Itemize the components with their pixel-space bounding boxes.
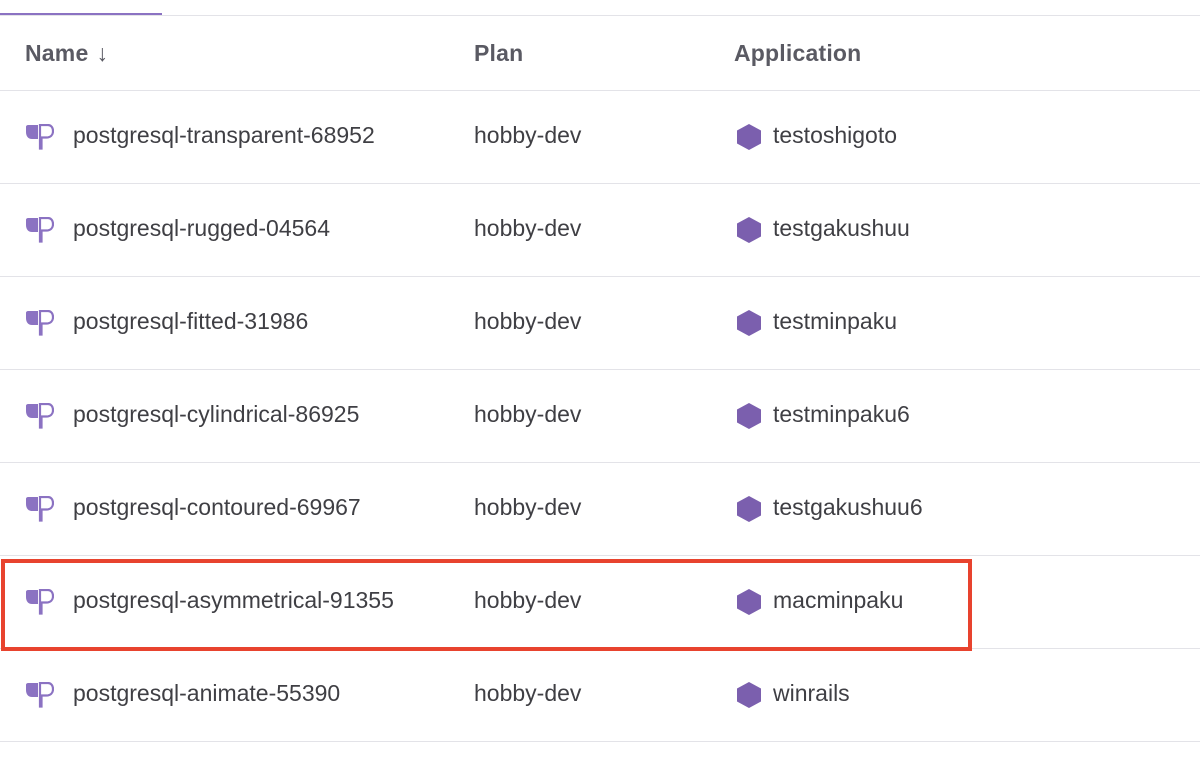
- addon-name[interactable]: postgresql-contoured-69967: [73, 494, 361, 521]
- sort-descending-icon: ↓: [96, 40, 109, 66]
- table-header: Name ↓ Plan Application: [0, 16, 1200, 91]
- addon-name[interactable]: postgresql-transparent-68952: [73, 122, 375, 149]
- table-row[interactable]: postgresql-fitted-31986 hobby-dev testmi…: [0, 277, 1200, 370]
- column-header-name-label: Name: [25, 40, 89, 66]
- addon-name[interactable]: postgresql-animate-55390: [73, 680, 340, 707]
- addon-name[interactable]: postgresql-rugged-04564: [73, 215, 330, 242]
- addon-plan: hobby-dev: [474, 680, 582, 706]
- postgres-addon-icon: [26, 682, 54, 708]
- app-hexagon-icon: [737, 124, 761, 150]
- addons-page: Name ↓ Plan Application postgresql-transp…: [0, 0, 1200, 760]
- addon-name[interactable]: postgresql-fitted-31986: [73, 308, 308, 335]
- column-header-plan[interactable]: Plan: [474, 40, 523, 67]
- table-row[interactable]: postgresql-cylindrical-86925 hobby-dev t…: [0, 370, 1200, 463]
- app-hexagon-icon: [737, 496, 761, 522]
- application-name[interactable]: testminpaku6: [773, 401, 910, 428]
- postgres-addon-icon: [26, 496, 54, 522]
- application-name[interactable]: testgakushuu: [773, 215, 910, 242]
- addon-name[interactable]: postgresql-asymmetrical-91355: [73, 587, 394, 614]
- postgres-addon-icon: [26, 589, 54, 615]
- table-row[interactable]: postgresql-transparent-68952 hobby-dev t…: [0, 91, 1200, 184]
- column-header-application[interactable]: Application: [734, 40, 861, 67]
- app-hexagon-icon: [737, 589, 761, 615]
- postgres-addon-icon: [26, 310, 54, 336]
- application-name[interactable]: testoshigoto: [773, 122, 897, 149]
- addon-name[interactable]: postgresql-cylindrical-86925: [73, 401, 359, 428]
- postgres-addon-icon: [26, 217, 54, 243]
- application-name[interactable]: winrails: [773, 680, 850, 707]
- addon-plan: hobby-dev: [474, 587, 582, 613]
- postgres-addon-icon: [26, 403, 54, 429]
- application-name[interactable]: macminpaku: [773, 587, 903, 614]
- addons-table: Name ↓ Plan Application postgresql-transp…: [0, 16, 1200, 742]
- table-row[interactable]: postgresql-asymmetrical-91355 hobby-dev …: [0, 556, 1200, 649]
- app-hexagon-icon: [737, 217, 761, 243]
- table-row[interactable]: postgresql-animate-55390 hobby-dev winra…: [0, 649, 1200, 742]
- addon-plan: hobby-dev: [474, 215, 582, 241]
- addon-plan: hobby-dev: [474, 122, 582, 148]
- app-hexagon-icon: [737, 682, 761, 708]
- postgres-addon-icon: [26, 124, 54, 150]
- table-row[interactable]: postgresql-contoured-69967 hobby-dev tes…: [0, 463, 1200, 556]
- app-hexagon-icon: [737, 310, 761, 336]
- addon-plan: hobby-dev: [474, 401, 582, 427]
- table-row[interactable]: postgresql-rugged-04564 hobby-dev testga…: [0, 184, 1200, 277]
- application-name[interactable]: testminpaku: [773, 308, 897, 335]
- addon-plan: hobby-dev: [474, 494, 582, 520]
- column-header-name[interactable]: Name ↓: [25, 40, 108, 67]
- addon-plan: hobby-dev: [474, 308, 582, 334]
- table-body: postgresql-transparent-68952 hobby-dev t…: [0, 91, 1200, 742]
- application-name[interactable]: testgakushuu6: [773, 494, 923, 521]
- app-hexagon-icon: [737, 403, 761, 429]
